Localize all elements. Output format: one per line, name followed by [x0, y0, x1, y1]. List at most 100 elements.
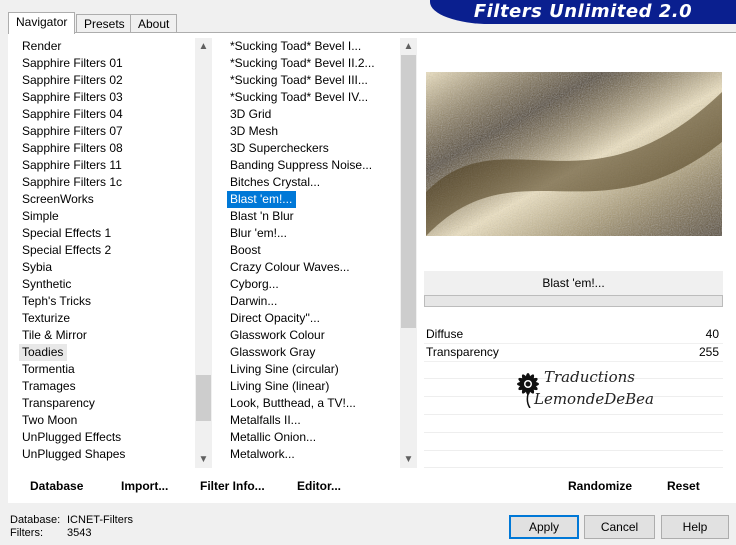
filter-item[interactable]: Boost	[227, 242, 261, 259]
category-row: Tile & Mirror	[19, 327, 195, 344]
randomize-button[interactable]: Randomize	[568, 476, 632, 496]
filter-preview	[426, 72, 722, 236]
filter-item[interactable]: Glasswork Colour	[227, 327, 325, 344]
category-item[interactable]: Two Moon	[19, 412, 77, 429]
filter-item[interactable]: Look, Butthead, a TV!...	[227, 395, 356, 412]
category-item[interactable]: Sapphire Filters 04	[19, 106, 123, 123]
category-item[interactable]: UnPlugged Shapes	[19, 446, 125, 463]
category-row: Texturize	[19, 310, 195, 327]
category-row: Special Effects 1	[19, 225, 195, 242]
filter-row: *Sucking Toad* Bevel I...	[227, 38, 399, 55]
tab-navigator[interactable]: Navigator	[8, 12, 76, 34]
category-item[interactable]: Sapphire Filters 11	[19, 157, 122, 174]
category-item[interactable]: Sapphire Filters 03	[19, 89, 123, 106]
filter-row: Metallic Onion...	[227, 429, 399, 446]
param-label: Diffuse	[426, 327, 464, 341]
filter-item[interactable]: *Sucking Toad* Bevel II.2...	[227, 55, 375, 72]
category-item[interactable]: UnPlugged Effects	[19, 429, 121, 446]
category-item[interactable]: Transparency	[19, 395, 95, 412]
filter-row: Look, Butthead, a TV!...	[227, 395, 399, 412]
filter-row: *Sucking Toad* Bevel IV...	[227, 89, 399, 106]
apply-button[interactable]: Apply	[509, 515, 579, 539]
category-scrollbar[interactable]: ▲ ▼	[195, 38, 212, 468]
filter-item[interactable]: Metalfalls II...	[227, 412, 301, 429]
param-row-transparency[interactable]: Transparency 255	[424, 344, 723, 362]
tab-about[interactable]: About	[130, 14, 178, 33]
scroll-thumb[interactable]	[401, 55, 416, 328]
category-row: Sapphire Filters 03	[19, 89, 195, 106]
category-item[interactable]: Sapphire Filters 08	[19, 140, 123, 157]
filter-row: 3D Grid	[227, 106, 399, 123]
category-item[interactable]: ScreenWorks	[19, 191, 94, 208]
filter-row: *Sucking Toad* Bevel III...	[227, 72, 399, 89]
category-item[interactable]: Texturize	[19, 310, 70, 327]
category-item[interactable]: Special Effects 2	[19, 242, 111, 259]
category-row: Sapphire Filters 07	[19, 123, 195, 140]
filter-item[interactable]: 3D Grid	[227, 106, 271, 123]
category-item[interactable]: Sapphire Filters 1c	[19, 174, 122, 191]
filter-row: Banding Suppress Noise...	[227, 157, 399, 174]
category-item[interactable]: Sybia	[19, 259, 52, 276]
category-item[interactable]: Simple	[19, 208, 59, 225]
filter-item[interactable]: Crazy Colour Waves...	[227, 259, 350, 276]
filter-item[interactable]: Living Sine (circular)	[227, 361, 339, 378]
filter-item[interactable]: Bitches Crystal...	[227, 174, 320, 191]
category-item[interactable]: Sapphire Filters 07	[19, 123, 123, 140]
filter-row: Crazy Colour Waves...	[227, 259, 399, 276]
filter-row: Living Sine (circular)	[227, 361, 399, 378]
category-item[interactable]: Tile & Mirror	[19, 327, 87, 344]
category-item[interactable]: Synthetic	[19, 276, 71, 293]
scroll-thumb[interactable]	[196, 375, 211, 421]
filter-item[interactable]: *Sucking Toad* Bevel I...	[227, 38, 361, 55]
filter-item[interactable]: Direct Opacity''...	[227, 310, 320, 327]
filter-item[interactable]: 3D Supercheckers	[227, 140, 329, 157]
reset-button[interactable]: Reset	[667, 476, 700, 496]
filter-item[interactable]: Metallic Onion...	[227, 429, 316, 446]
filter-scrollbar[interactable]: ▲ ▼	[400, 38, 417, 468]
filter-item[interactable]: Living Sine (linear)	[227, 378, 329, 395]
category-item[interactable]: Special Effects 1	[19, 225, 111, 242]
scroll-down-icon[interactable]: ▼	[195, 451, 212, 468]
filter-item[interactable]: Glasswork Gray	[227, 344, 315, 361]
filter-item[interactable]: Banding Suppress Noise...	[227, 157, 372, 174]
tab-presets[interactable]: Presets	[76, 14, 133, 33]
filter-row: Boost	[227, 242, 399, 259]
import-button[interactable]: Import...	[121, 476, 168, 496]
filter-list[interactable]: *Sucking Toad* Bevel I... *Sucking Toad* …	[227, 38, 399, 466]
scroll-up-icon[interactable]: ▲	[400, 38, 417, 55]
filter-row: 3D Mesh	[227, 123, 399, 140]
param-value: 40	[705, 327, 719, 341]
category-row: Sybia	[19, 259, 195, 276]
category-item[interactable]: Tormentia	[19, 361, 75, 378]
category-list[interactable]: Render Sapphire Filters 01 Sapphire Filter…	[19, 38, 195, 466]
filter-item[interactable]: Blast 'em!...	[227, 191, 297, 208]
scroll-down-icon[interactable]: ▼	[400, 451, 417, 468]
category-item[interactable]: Teph's Tricks	[19, 293, 91, 310]
filter-item[interactable]: Darwin...	[227, 293, 277, 310]
filter-item[interactable]: *Sucking Toad* Bevel IV...	[227, 89, 368, 106]
filter-row: Bitches Crystal...	[227, 174, 399, 191]
param-row-diffuse[interactable]: Diffuse 40	[424, 326, 723, 344]
filter-info-button[interactable]: Filter Info...	[200, 476, 265, 496]
cancel-button[interactable]: Cancel	[584, 515, 655, 539]
category-item[interactable]: Sapphire Filters 02	[19, 72, 123, 89]
filter-item[interactable]: Blur 'em!...	[227, 225, 287, 242]
filter-item[interactable]: Cyborg...	[227, 276, 279, 293]
category-item[interactable]: Render	[19, 38, 61, 55]
category-item[interactable]: Tramages	[19, 378, 76, 395]
bottom-toolbar: Database Import... Filter Info... Editor…	[0, 476, 736, 496]
database-button[interactable]: Database	[30, 476, 83, 496]
category-item[interactable]: Toadies	[19, 344, 68, 361]
param-slot-divider	[424, 467, 723, 468]
scroll-up-icon[interactable]: ▲	[195, 38, 212, 55]
status-database-label: Database:	[10, 514, 61, 526]
param-label: Transparency	[426, 345, 499, 359]
category-item[interactable]: Sapphire Filters 01	[19, 55, 123, 72]
selected-filter-name: Blast 'em!...	[424, 271, 723, 295]
filter-item[interactable]: Metalwork...	[227, 446, 295, 463]
editor-button[interactable]: Editor...	[297, 476, 341, 496]
filter-item[interactable]: Blast 'n Blur	[227, 208, 294, 225]
filter-item[interactable]: *Sucking Toad* Bevel III...	[227, 72, 368, 89]
help-button[interactable]: Help	[661, 515, 729, 539]
filter-item[interactable]: 3D Mesh	[227, 123, 278, 140]
